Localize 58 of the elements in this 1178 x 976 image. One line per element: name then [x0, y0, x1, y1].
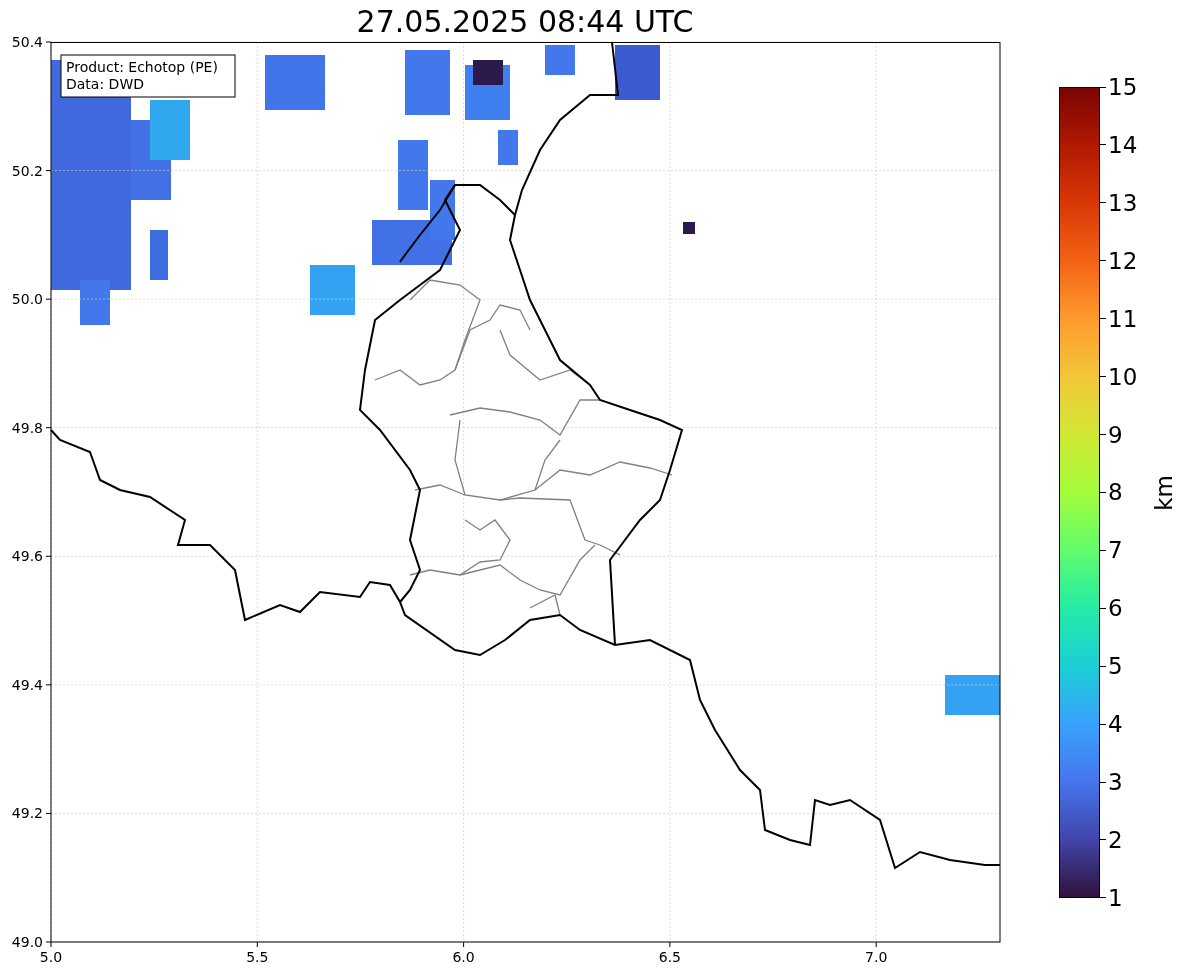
x-tick-label: 6.0 — [452, 949, 475, 965]
radar-echo — [498, 130, 518, 165]
x-tick-label: 5.0 — [39, 949, 63, 965]
radar-echo — [405, 50, 450, 115]
chart-title: 27.05.2025 08:44 UTC — [355, 3, 695, 34]
tick-mark — [1100, 723, 1106, 725]
y-tick-label: 50.2 — [11, 162, 43, 179]
colorbar-tick-label: 15 — [1108, 73, 1138, 101]
colorbar-tick-label: 1 — [1108, 883, 1123, 912]
y-tick-label: 49.8 — [11, 419, 43, 436]
annotation-text: Data: DWD — [66, 76, 144, 92]
tick-mark — [1100, 491, 1106, 493]
colorbar-tick-label: 5 — [1108, 652, 1123, 681]
colorbar-tick-label: 12 — [1108, 246, 1138, 275]
colorbar-label: km — [1151, 474, 1178, 511]
tick-mark — [1100, 260, 1106, 262]
x-tick-label: 7.0 — [865, 949, 888, 965]
radar-echo — [150, 100, 190, 160]
y-tick-label: 50.0 — [11, 291, 43, 308]
annotation-text: Product: Echotop (PE) — [66, 59, 218, 75]
colorbar-tick-label: 11 — [1108, 304, 1138, 333]
colorbar-tick-label: 10 — [1108, 362, 1138, 391]
x-tick-label: 5.5 — [246, 949, 269, 965]
y-tick-label: 50.4 — [11, 34, 43, 50]
tick-mark — [1100, 376, 1106, 378]
y-tick-label: 49.4 — [11, 676, 43, 693]
radar-echo — [615, 45, 660, 100]
radar-echo — [545, 45, 575, 75]
tick-mark — [1100, 434, 1106, 436]
colorbar-tick-label: 4 — [1108, 710, 1123, 739]
radar-echo — [265, 55, 325, 110]
radar-echo — [310, 265, 355, 315]
colorbar-tick-label: 2 — [1108, 826, 1123, 854]
tick-mark — [1100, 549, 1106, 551]
tick-mark — [1100, 897, 1106, 899]
colorbar-tick-label: 7 — [1108, 536, 1123, 565]
radar-echo — [945, 675, 1000, 715]
radar-echo — [150, 230, 168, 280]
y-tick-label: 49.2 — [11, 805, 43, 822]
tick-mark — [1100, 86, 1106, 88]
tick-mark — [1100, 781, 1106, 783]
tick-mark — [1100, 665, 1106, 667]
colorbar-tick-label: 9 — [1108, 420, 1123, 449]
colorbar-tick-label: 3 — [1108, 768, 1123, 797]
x-tick-label: 6.5 — [658, 949, 682, 965]
colorbar-tick-label: 8 — [1108, 478, 1123, 507]
y-tick-label: 49.0 — [11, 934, 43, 950]
tick-mark — [1100, 318, 1106, 320]
tick-mark — [1100, 839, 1106, 841]
y-tick-label: 49.6 — [11, 548, 43, 565]
colorbar-tick-label: 14 — [1108, 130, 1138, 159]
radar-echo — [683, 222, 695, 234]
tick-mark — [1100, 144, 1106, 146]
tick-mark — [1100, 202, 1106, 204]
radar-echo — [398, 140, 428, 210]
tick-mark — [1100, 607, 1106, 609]
colorbar-tick-label: 13 — [1108, 188, 1138, 217]
colorbar-tick-label: 6 — [1108, 594, 1123, 623]
